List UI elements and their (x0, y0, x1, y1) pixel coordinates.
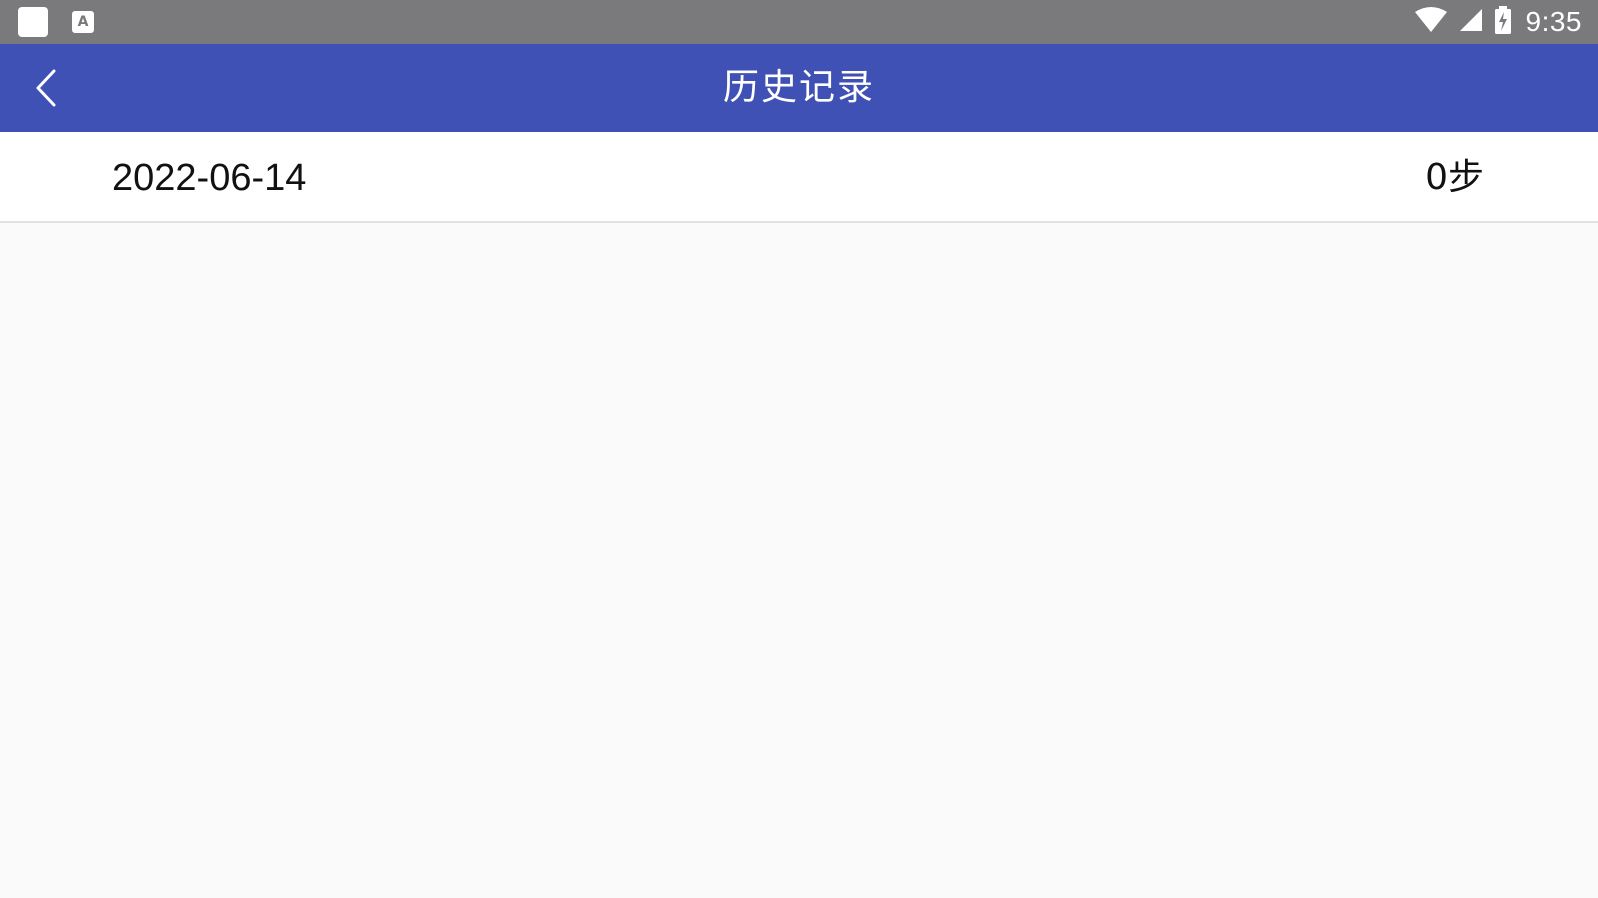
keyboard-a-icon: A (72, 11, 94, 33)
keyboard-a-letter: A (77, 14, 89, 30)
wifi-icon (1414, 7, 1448, 37)
history-row-date: 2022-06-14 (112, 157, 307, 199)
notification-area: A (18, 7, 94, 37)
history-list: 2022-06-14 0步 (0, 132, 1598, 223)
app-bar: 历史记录 (0, 44, 1598, 132)
history-row[interactable]: 2022-06-14 0步 (0, 132, 1598, 223)
app-square-icon (18, 7, 48, 37)
battery-charging-icon (1494, 6, 1512, 38)
page-title: 历史记录 (722, 67, 875, 108)
status-bar: A 9:35 (0, 0, 1598, 44)
cell-signal-icon (1458, 7, 1484, 37)
status-time: 9:35 (1525, 6, 1582, 37)
history-row-steps: 0步 (1425, 157, 1484, 198)
system-tray: 9:35 (1414, 6, 1583, 38)
